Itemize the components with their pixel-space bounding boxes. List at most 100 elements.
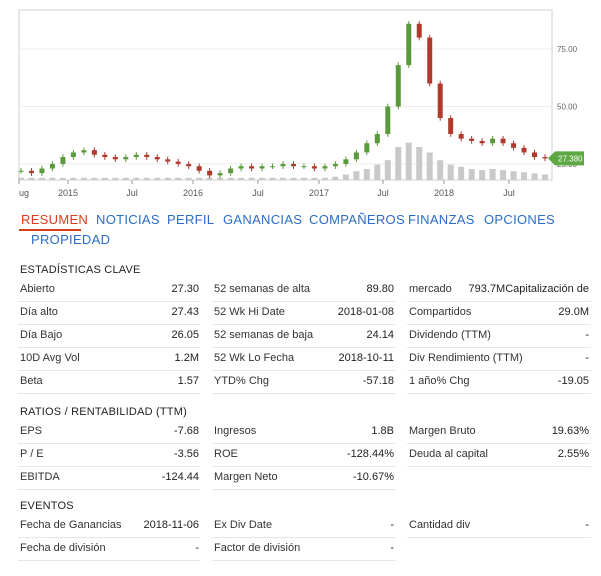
stat-value: 1.2M (174, 352, 199, 364)
price-candle (228, 168, 234, 174)
price-candle (133, 154, 139, 158)
price-candle (207, 170, 213, 176)
row-divider (18, 393, 200, 394)
volume-bar (133, 177, 140, 180)
price-candle (290, 163, 296, 167)
x-tick-label: 2015 (58, 188, 78, 198)
price-candle (322, 166, 328, 169)
row-divider (18, 466, 200, 467)
volume-bar (384, 160, 391, 180)
volume-bar (164, 177, 171, 180)
price-candle (427, 37, 433, 84)
row-divider (407, 393, 591, 394)
row-divider (212, 560, 396, 561)
stat-value: 2018-10-11 (338, 352, 394, 364)
price-candle (469, 138, 475, 141)
stat-value: 19.63% (551, 425, 589, 437)
price-candle (448, 117, 454, 135)
price-candle (511, 143, 517, 148)
price-chart[interactable]: 75.0050.0025.00ug2015Jul2016Jul2017Jul20… (0, 0, 601, 200)
price-candle (39, 168, 45, 174)
stat-label: 52 semanas de alta (214, 283, 311, 295)
tab-propiedad[interactable]: PROPIEDAD (31, 232, 110, 247)
stat-label: 10D Avg Vol (20, 352, 80, 364)
stat-label: Fecha de división (20, 542, 106, 554)
volume-bar (248, 177, 255, 180)
price-candle (123, 157, 129, 160)
volume-bar (363, 169, 370, 180)
price-candle (102, 154, 108, 158)
volume-bar (18, 177, 24, 180)
price-candle (521, 147, 527, 153)
stat-label: Cantidad div (409, 519, 471, 531)
row-divider (18, 324, 200, 325)
tab-opciones[interactable]: OPCIONES (484, 212, 555, 227)
row-divider (18, 560, 200, 561)
stat-label: Deuda al capital (409, 448, 488, 460)
volume-bar (154, 177, 161, 180)
stat-value: 2018-01-08 (337, 306, 394, 318)
price-candle (112, 157, 118, 160)
price-candle (28, 170, 34, 174)
stat-value: 2018-11-06 (143, 519, 199, 531)
volume-bar (510, 171, 517, 180)
price-candle (479, 140, 485, 144)
tab-companeros[interactable]: COMPAÑEROS (309, 212, 405, 227)
volume-bar (38, 177, 45, 180)
row-divider (407, 370, 591, 371)
stat-label: Día alto (20, 306, 58, 318)
volume-bar (489, 169, 496, 180)
x-tick-label: 2018 (434, 188, 454, 198)
price-candle (406, 23, 412, 66)
price-candle (217, 173, 223, 176)
ratios-title: RATIOS / RENTABILIDAD (TTM) (20, 406, 187, 418)
stat-label: Día Bajo (20, 329, 63, 341)
stat-label: Margen Bruto (409, 425, 476, 437)
price-candle (500, 138, 506, 144)
volume-bar (353, 171, 360, 180)
stat-label: Fecha de Ganancias (20, 519, 122, 531)
volume-bar (280, 177, 286, 180)
volume-bar (468, 169, 475, 180)
volume-bar (175, 177, 182, 180)
tab-noticias[interactable]: NOTICIAS (96, 212, 160, 227)
stat-label: YTD% Chg (214, 375, 270, 387)
volume-bar (542, 174, 548, 180)
stat-label: 52 semanas de baja (214, 329, 314, 341)
stat-value: 27.30 (171, 283, 199, 295)
tab-resumen[interactable]: RESUMEN (21, 212, 88, 227)
row-divider (212, 370, 396, 371)
volume-bar (332, 176, 339, 180)
stat-label: EPS (20, 425, 43, 437)
tab-ganancias[interactable]: GANANCIAS (223, 212, 302, 227)
price-chart-svg: 75.0050.0025.00ug2015Jul2016Jul2017Jul20… (18, 9, 584, 198)
price-candle (238, 166, 244, 169)
stat-value: 27.43 (171, 306, 199, 318)
row-divider (212, 347, 396, 348)
tab-perfil[interactable]: PERFIL (167, 212, 214, 227)
volume-bar (91, 177, 98, 180)
stat-value: 26.05 (171, 329, 199, 341)
row-divider (212, 301, 396, 302)
price-candle (249, 166, 255, 169)
stat-value: -128.44% (346, 448, 394, 460)
price-candle (270, 166, 276, 168)
stat-label: Compartidos (409, 306, 472, 318)
x-tick-label: Jul (503, 188, 515, 198)
tab-finanzas[interactable]: FINANZAS (408, 212, 475, 227)
volume-bar (300, 177, 307, 180)
price-candle (91, 150, 97, 155)
stat-value: - (585, 519, 589, 531)
stat-value: -57.18 (362, 375, 394, 387)
volume-bar (112, 177, 119, 180)
row-divider (18, 489, 200, 490)
volume-bar (80, 177, 87, 180)
price-candle (532, 152, 538, 158)
stat-label: Ex Div Date (214, 519, 273, 531)
x-tick-label: ug (19, 188, 29, 198)
price-candle (144, 154, 150, 158)
volume-bar (185, 177, 192, 180)
stat-value: - (585, 352, 589, 364)
row-divider (407, 466, 591, 467)
price-candle (542, 157, 548, 159)
